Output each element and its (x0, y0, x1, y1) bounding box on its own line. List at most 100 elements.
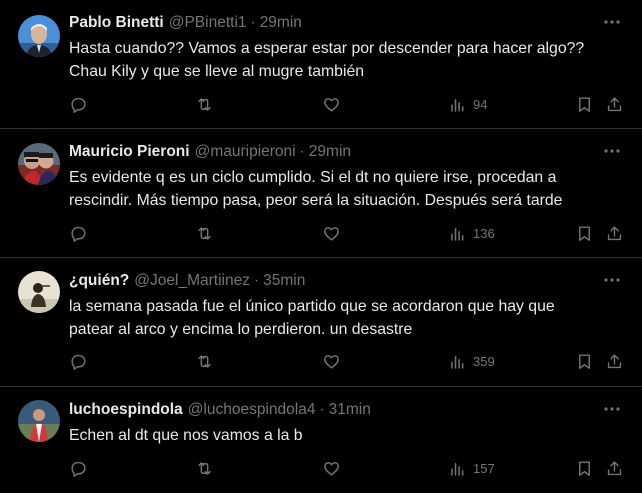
tweet-text: Echen al dt que nos vamos a la b (69, 424, 622, 447)
tweet-actions: 136 (60, 219, 630, 247)
tweet-actions: 94 (60, 90, 630, 118)
retweet-button[interactable] (195, 90, 214, 118)
tweet-text: la semana pasada fue el único partido qu… (69, 295, 622, 341)
separator-dot: · (253, 272, 260, 289)
retweet-icon (198, 461, 211, 475)
share-button[interactable] (605, 454, 624, 482)
bookmark-button[interactable] (575, 347, 594, 375)
tweet-header: Pablo Binetti @PBinetti1 · 29min (69, 14, 602, 34)
views-count: 157 (473, 460, 495, 476)
views-button[interactable]: 157 (448, 454, 495, 482)
more-icon[interactable] (600, 141, 624, 161)
tweet-text: Hasta cuando?? Vamos a esperar estar por… (69, 37, 622, 83)
views-button[interactable]: 359 (448, 347, 495, 375)
reply-icon (71, 97, 86, 113)
bookmark-icon (579, 460, 590, 476)
author-handle[interactable]: @mauripieroni (195, 143, 296, 161)
tweet-text-line: patear al arco y encima lo perdieron. un… (69, 321, 413, 338)
retweet-icon (198, 354, 211, 368)
views-count: 94 (473, 96, 488, 112)
views-icon (451, 462, 464, 476)
avatar[interactable] (18, 400, 60, 442)
views-icon (451, 98, 464, 112)
more-icon[interactable] (600, 270, 624, 290)
views-button[interactable]: 136 (448, 219, 495, 247)
like-button[interactable] (322, 219, 341, 247)
tweet-text-line: rescindir. Más tiempo pasa, peor será la… (69, 192, 563, 209)
tweet-actions: 157 (60, 454, 630, 482)
reply-button[interactable] (69, 219, 88, 247)
tweet-header: Mauricio Pieroni @mauripieroni · 29min (69, 143, 602, 163)
bookmark-icon (579, 225, 590, 241)
share-button[interactable] (605, 347, 624, 375)
tweet-text-line: Es evidente q es un ciclo cumplido. Si e… (69, 169, 557, 186)
tweet-feed: Pablo Binetti @PBinetti1 · 29min Hasta c… (0, 0, 642, 493)
bookmark-icon (579, 353, 590, 369)
author-handle[interactable]: @Joel_Martiinez (134, 272, 250, 290)
like-icon (324, 97, 339, 112)
reply-icon (71, 226, 86, 242)
reply-button[interactable] (69, 454, 88, 482)
tweet-text: Es evidente q es un ciclo cumplido. Si e… (69, 166, 622, 212)
like-button[interactable] (322, 347, 341, 375)
like-button[interactable] (322, 454, 341, 482)
share-button[interactable] (605, 90, 624, 118)
bookmark-button[interactable] (575, 219, 594, 247)
share-icon (607, 96, 622, 111)
views-icon (451, 355, 464, 369)
tweet-actions: 359 (60, 347, 630, 375)
retweet-icon (198, 97, 211, 111)
tweet-time[interactable]: 29min (260, 14, 302, 32)
views-button[interactable]: 94 (448, 90, 487, 118)
author-name[interactable]: ¿quién? (69, 272, 129, 290)
retweet-button[interactable] (195, 454, 214, 482)
author-name[interactable]: Mauricio Pieroni (69, 143, 190, 161)
tweet-header: luchoespindola @luchoespindola4 · 31min (69, 401, 602, 421)
bookmark-icon (579, 96, 590, 112)
avatar[interactable] (18, 143, 60, 185)
tweet[interactable]: Pablo Binetti @PBinetti1 · 29min Hasta c… (0, 0, 642, 129)
reply-icon (71, 461, 86, 477)
tweet-text-line: Hasta cuando?? Vamos a esperar estar por… (69, 40, 585, 57)
more-icon[interactable] (600, 399, 624, 419)
separator-dot: · (299, 143, 305, 160)
avatar[interactable] (18, 271, 60, 313)
tweet-time[interactable]: 31min (329, 401, 371, 419)
share-button[interactable] (605, 219, 624, 247)
like-button[interactable] (322, 90, 341, 118)
tweet-text-line: Chau Kily y que se lleve al mugre tambié… (69, 63, 365, 80)
views-count: 359 (473, 353, 495, 369)
tweet-text-line: Echen al dt que nos vamos a la b (69, 427, 303, 444)
author-handle[interactable]: @PBinetti1 (169, 14, 247, 32)
reply-button[interactable] (69, 347, 88, 375)
like-icon (324, 354, 339, 369)
more-icon[interactable] (600, 12, 624, 32)
retweet-icon (198, 226, 211, 240)
views-icon (451, 227, 464, 241)
like-icon (324, 461, 339, 476)
share-icon (607, 353, 622, 368)
tweet[interactable]: Mauricio Pieroni @mauripieroni · 29min E… (0, 129, 642, 258)
separator-dot: · (319, 401, 325, 418)
views-count: 136 (473, 225, 495, 241)
tweet-header: ¿quién? @Joel_Martiinez · 35min (69, 272, 602, 292)
tweet[interactable]: ¿quién? @Joel_Martiinez · 35min la seman… (0, 258, 642, 387)
like-icon (324, 226, 339, 241)
author-handle[interactable]: @luchoespindola4 (188, 401, 316, 419)
retweet-button[interactable] (195, 347, 214, 375)
share-icon (607, 225, 622, 240)
separator-dot: · (250, 14, 256, 31)
author-name[interactable]: luchoespindola (69, 401, 183, 419)
tweet[interactable]: luchoespindola @luchoespindola4 · 31min … (0, 387, 642, 493)
share-icon (607, 460, 622, 475)
bookmark-button[interactable] (575, 90, 594, 118)
reply-button[interactable] (69, 90, 88, 118)
author-name[interactable]: Pablo Binetti (69, 14, 164, 32)
tweet-text-line: la semana pasada fue el único partido qu… (69, 298, 555, 315)
retweet-button[interactable] (195, 219, 214, 247)
reply-icon (71, 354, 86, 370)
tweet-time[interactable]: 29min (309, 143, 351, 161)
avatar[interactable] (18, 15, 60, 57)
tweet-time[interactable]: 35min (263, 272, 305, 290)
bookmark-button[interactable] (575, 454, 594, 482)
